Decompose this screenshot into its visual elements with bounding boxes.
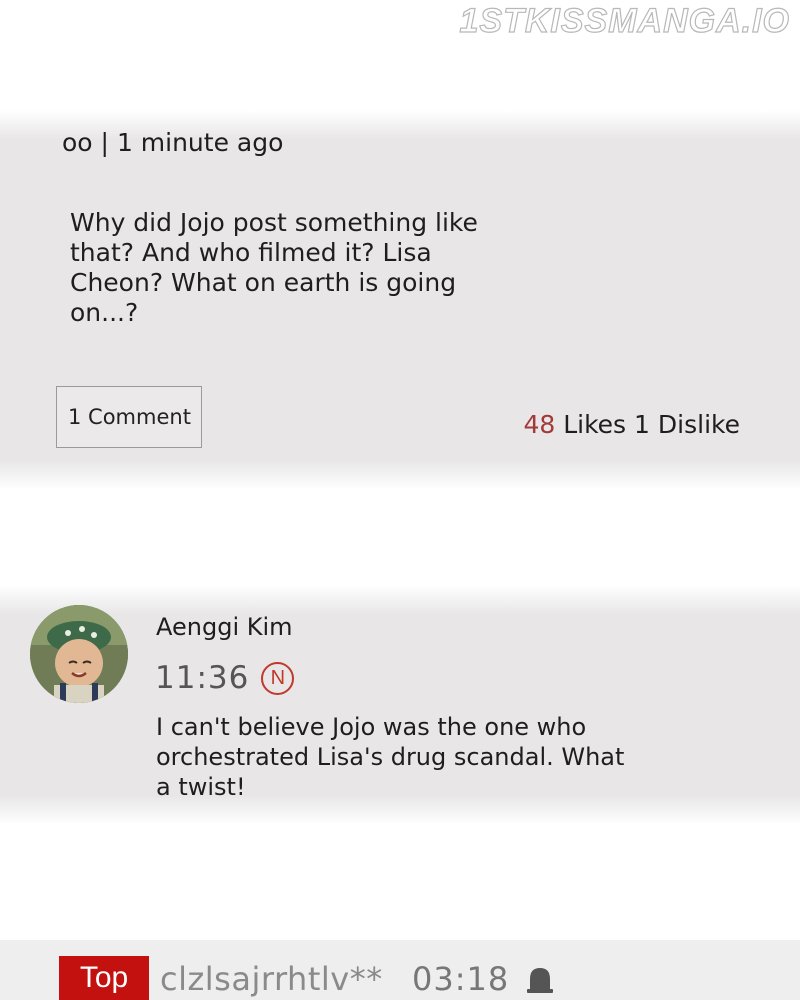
new-badge: N bbox=[261, 661, 295, 695]
site-watermark: 1STKISSMANGA.IO bbox=[459, 1, 790, 40]
reply-time-row: 11:36 N bbox=[155, 660, 295, 696]
reply-body: I can't believe Jojo was the one who orc… bbox=[156, 713, 625, 801]
child-photo-avatar-icon bbox=[30, 605, 128, 703]
top-badge: Top bbox=[59, 956, 149, 1000]
comment-button[interactable]: 1 Comment bbox=[56, 386, 202, 448]
dislikes-count: 1 bbox=[634, 410, 650, 439]
reply-author: Aenggi Kim bbox=[156, 613, 293, 641]
reaction-counts: 48 Likes 1 Dislike bbox=[523, 410, 740, 439]
avatar[interactable] bbox=[30, 605, 128, 703]
post-time: 1 minute ago bbox=[116, 128, 284, 157]
bottom-user-id: clzlsajrrhtlv** bbox=[160, 960, 383, 998]
bottom-time: 03:18 bbox=[412, 960, 510, 998]
meta-separator: | bbox=[100, 128, 109, 157]
post-body: Why did Jojo post something like that? A… bbox=[70, 208, 478, 327]
comment-button-label: 1 Comment bbox=[68, 405, 191, 429]
post-meta: oo | 1 minute ago bbox=[62, 128, 283, 157]
dislikes-label: Dislike bbox=[657, 410, 740, 439]
reply-time: 11:36 bbox=[155, 660, 250, 696]
likes-label: Likes bbox=[563, 410, 627, 439]
bell-icon[interactable] bbox=[524, 963, 556, 997]
post-author: oo bbox=[62, 128, 93, 157]
likes-count: 48 bbox=[523, 410, 556, 439]
